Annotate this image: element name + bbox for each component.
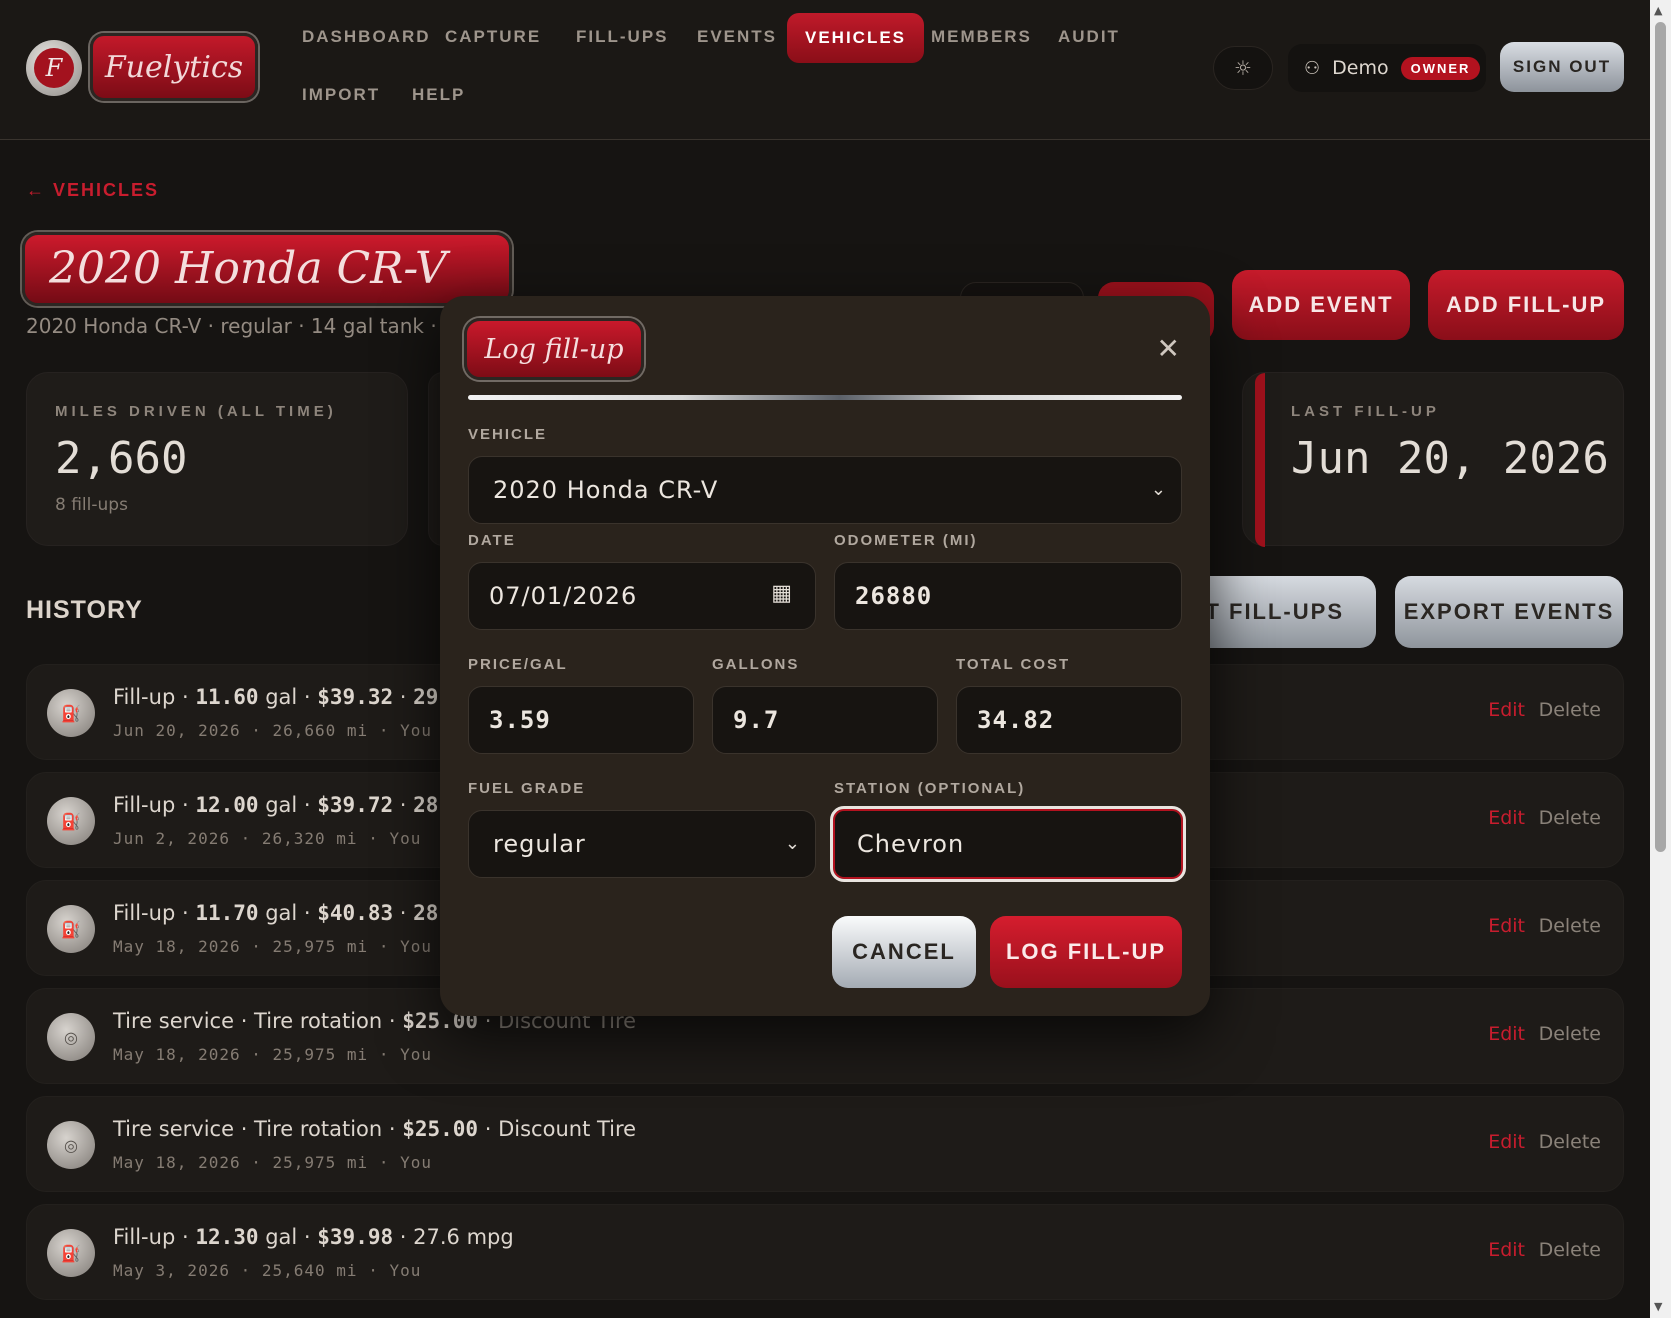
chevron-down-icon: ⌄ [784, 833, 801, 854]
history-row[interactable]: ⛽ Fill-up · 12.30 gal · $39.98 · 27.6 mp… [26, 1204, 1624, 1300]
page-title: 2020 Honda CR-V [22, 232, 512, 306]
back-to-vehicles-link[interactable]: ← VEHICLES [26, 180, 159, 201]
sun-icon: ☼ [1234, 56, 1252, 80]
delete-link[interactable]: Delete [1539, 807, 1601, 829]
scroll-up-arrow-icon[interactable]: ▲ [1654, 4, 1662, 17]
top-navigation-bar: F Fuelytics DASHBOARD CAPTURE FILL-UPS E… [0, 0, 1650, 140]
nav-audit[interactable]: AUDIT [1040, 12, 1138, 62]
nav-vehicles[interactable]: VEHICLES [787, 13, 925, 63]
stat-label: LAST FILL-UP [1291, 403, 1440, 420]
delete-link[interactable]: Delete [1539, 699, 1601, 721]
total-cost-label: TOTAL COST [956, 656, 1071, 673]
fuel-grade-select[interactable]: regular ⌄ [468, 810, 816, 878]
station-label: STATION (OPTIONAL) [834, 780, 1026, 797]
history-row-summary: Fill-up · 12.00 gal · $39.72 · 28.8 [113, 793, 464, 817]
delete-link[interactable]: Delete [1539, 1023, 1601, 1045]
role-badge: OWNER [1400, 56, 1481, 80]
nav-events[interactable]: EVENTS [679, 12, 795, 62]
station-input[interactable]: Chevron [830, 806, 1186, 882]
log-fill-up-button[interactable]: LOG FILL-UP [990, 916, 1182, 988]
stat-card-last-fill-up: LAST FILL-UP Jun 20, 2026 [1242, 372, 1624, 547]
date-input[interactable]: 07/01/2026 ▦ [468, 562, 816, 630]
history-heading: HISTORY [26, 596, 143, 624]
nav-members[interactable]: MEMBERS [913, 12, 1050, 62]
odometer-label: ODOMETER (MI) [834, 532, 978, 549]
export-events-button[interactable]: EXPORT EVENTS [1395, 576, 1623, 648]
tire-icon: ◎ [47, 1013, 95, 1061]
cancel-button[interactable]: CANCEL [832, 916, 976, 988]
user-menu[interactable]: ⚇ Demo OWNER [1288, 44, 1486, 92]
history-row-meta: May 3, 2026 · 25,640 mi · You [113, 1261, 422, 1280]
calendar-icon[interactable]: ▦ [771, 581, 793, 606]
history-row-meta: Jun 2, 2026 · 26,320 mi · You [113, 829, 422, 848]
title-divider [468, 395, 1182, 400]
stat-card-miles: MILES DRIVEN (ALL TIME) 2,660 8 fill-ups [26, 372, 408, 546]
sign-out-button[interactable]: SIGN OUT [1500, 42, 1624, 92]
history-row-summary: Fill-up · 11.70 gal · $40.83 · 28.6 [113, 901, 464, 925]
gallons-input[interactable]: 9.7 [712, 686, 938, 754]
edit-link[interactable]: Edit [1488, 1023, 1525, 1045]
history-row-summary: Fill-up · 11.60 gal · $39.32 · 29.3 [113, 685, 464, 709]
user-name: Demo [1332, 57, 1389, 79]
close-icon[interactable]: ✕ [1157, 332, 1180, 365]
edit-link[interactable]: Edit [1488, 915, 1525, 937]
history-row-summary: Fill-up · 12.30 gal · $39.98 · 27.6 mpg [113, 1225, 514, 1249]
history-row-meta: May 18, 2026 · 25,975 mi · You [113, 1153, 432, 1172]
stat-value: 2,660 [55, 433, 188, 484]
edit-link[interactable]: Edit [1488, 1131, 1525, 1153]
odometer-input[interactable]: 26880 [834, 562, 1182, 630]
edit-link[interactable]: Edit [1488, 1239, 1525, 1261]
delete-link[interactable]: Delete [1539, 1131, 1601, 1153]
history-row-meta: May 18, 2026 · 25,975 mi · You [113, 937, 432, 956]
tire-icon: ◎ [47, 1121, 95, 1169]
price-per-gallon-label: PRICE/GAL [468, 656, 568, 673]
price-per-gallon-input[interactable]: 3.59 [468, 686, 694, 754]
stat-label: MILES DRIVEN (ALL TIME) [55, 403, 337, 420]
vehicle-select[interactable]: 2020 Honda CR-V ⌄ [468, 456, 1182, 524]
scrollbar-thumb[interactable] [1655, 22, 1666, 852]
history-row-meta: May 18, 2026 · 25,975 mi · You [113, 1045, 432, 1064]
nav-import[interactable]: IMPORT [284, 70, 398, 120]
fuel-pump-icon: ⛽ [47, 905, 95, 953]
stat-value: Jun 20, 2026 [1291, 433, 1609, 484]
add-fill-up-button[interactable]: ADD FILL-UP [1428, 270, 1624, 340]
brand-wordmark[interactable]: Fuelytics [90, 33, 258, 101]
total-cost-input[interactable]: 34.82 [956, 686, 1182, 754]
add-event-button[interactable]: ADD EVENT [1232, 270, 1410, 340]
accent-bar [1255, 373, 1265, 547]
date-value: 07/01/2026 [489, 582, 638, 610]
date-label: DATE [468, 532, 516, 549]
edit-link[interactable]: Edit [1488, 807, 1525, 829]
vehicle-select-value: 2020 Honda CR-V [493, 476, 719, 504]
nav-help[interactable]: HELP [394, 70, 483, 120]
gallons-label: GALLONS [712, 656, 800, 673]
scroll-down-arrow-icon[interactable]: ▼ [1654, 1300, 1662, 1313]
user-icon: ⚇ [1304, 57, 1321, 79]
history-row-meta: Jun 20, 2026 · 26,660 mi · You [113, 721, 432, 740]
nav-capture[interactable]: CAPTURE [427, 12, 559, 62]
nav-dashboard[interactable]: DASHBOARD [284, 12, 449, 62]
edit-link[interactable]: Edit [1488, 699, 1525, 721]
history-row-summary: Tire service · Tire rotation · $25.00 · … [113, 1117, 637, 1141]
dialog-title: Log fill-up [464, 318, 644, 380]
vehicle-label: VEHICLE [468, 426, 548, 443]
fuel-pump-icon: ⛽ [47, 1229, 95, 1277]
history-row[interactable]: ◎ Tire service · Tire rotation · $25.00 … [26, 1096, 1624, 1192]
page-scrollbar[interactable]: ▲ ▼ [1650, 0, 1671, 1318]
fuel-pump-icon: ⛽ [47, 689, 95, 737]
fuel-grade-label: FUEL GRADE [468, 780, 586, 797]
stat-footnote: 8 fill-ups [55, 495, 128, 515]
chevron-down-icon: ⌄ [1150, 479, 1167, 500]
log-fill-up-dialog: Log fill-up ✕ VEHICLE 2020 Honda CR-V ⌄ … [440, 296, 1210, 1016]
fuel-pump-icon: ⛽ [47, 797, 95, 845]
theme-toggle-button[interactable]: ☼ [1213, 46, 1273, 90]
vehicle-subtitle: 2020 Honda CR-V · regular · 14 gal tank … [26, 314, 446, 338]
brand-logo-icon[interactable]: F [26, 40, 82, 96]
fuel-grade-value: regular [493, 830, 586, 858]
delete-link[interactable]: Delete [1539, 915, 1601, 937]
nav-fill-ups[interactable]: FILL-UPS [558, 12, 687, 62]
delete-link[interactable]: Delete [1539, 1239, 1601, 1261]
logo-letter: F [34, 48, 74, 88]
